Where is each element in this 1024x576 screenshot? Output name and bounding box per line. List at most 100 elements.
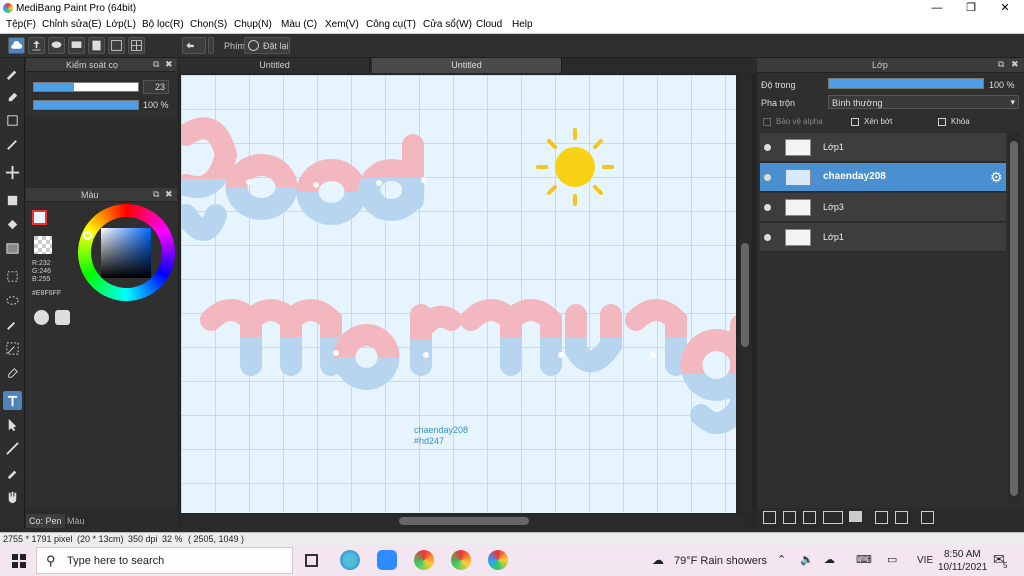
primary-color-swatch[interactable] (32, 210, 47, 225)
chrome-icon[interactable] (451, 550, 471, 570)
document-icon[interactable] (88, 37, 105, 54)
document-tab-active[interactable]: Untitled (372, 58, 562, 73)
select-tool-icon[interactable] (3, 267, 22, 286)
fill-tool-icon[interactable] (3, 215, 22, 234)
panel-icon[interactable] (108, 37, 125, 54)
layer-row[interactable]: Lớp1 (760, 133, 1006, 162)
visibility-icon[interactable] (764, 204, 771, 211)
panel-close-icon[interactable]: ✖ (165, 59, 173, 70)
eyedropper-icon[interactable] (3, 463, 22, 482)
menu-edit[interactable]: Chỉnh sửa(E) (42, 19, 102, 30)
menu-capture[interactable]: Chụp(N) (234, 19, 272, 30)
tab-color[interactable]: Màu (64, 514, 88, 528)
search-box[interactable]: ⚲ Type here to search (36, 547, 293, 574)
saturation-square[interactable] (101, 228, 151, 278)
new-8bit-layer-icon[interactable] (803, 511, 816, 524)
layer-scrollbar[interactable] (1008, 133, 1020, 503)
undock-icon[interactable]: ⧉ (153, 59, 159, 70)
panel-close-icon[interactable]: ✖ (1011, 59, 1019, 70)
protect-alpha-checkbox[interactable] (763, 118, 771, 126)
drawing-canvas[interactable]: chaenday208 #hd247 (181, 75, 736, 513)
lasso-tool-icon[interactable] (3, 291, 22, 310)
brush-opacity-slider[interactable] (33, 100, 139, 110)
blur-tool-icon[interactable] (3, 135, 22, 154)
chrome-icon[interactable] (414, 550, 434, 570)
visibility-icon[interactable] (764, 234, 771, 241)
hand-tool-icon[interactable] (3, 487, 22, 506)
menu-file[interactable]: Tệp(F) (6, 19, 36, 30)
document-tab[interactable]: Untitled (180, 58, 370, 73)
palette-icon[interactable] (34, 310, 49, 325)
vertical-scroll-thumb[interactable] (741, 243, 749, 347)
folder-icon[interactable] (849, 511, 862, 522)
zoom-icon[interactable] (377, 550, 397, 570)
clip-checkbox[interactable] (851, 118, 859, 126)
chat-icon[interactable] (48, 37, 65, 54)
brush-size-value[interactable]: 23 (143, 80, 169, 94)
divide-tool-icon[interactable] (3, 439, 22, 458)
medibang-taskbar-icon[interactable] (488, 550, 508, 570)
close-button[interactable]: ✕ (988, 0, 1022, 17)
visibility-icon[interactable] (764, 144, 771, 151)
layer-row[interactable]: Lớp3 (760, 193, 1006, 222)
chevron-up-icon[interactable]: ⌃ (777, 553, 786, 566)
layer-row-selected[interactable]: chaenday208 ⚙ (760, 163, 1006, 192)
network-icon[interactable]: ☁ (824, 553, 835, 566)
language-indicator[interactable]: VIE (917, 555, 933, 566)
merge-layer-icon[interactable] (895, 511, 908, 524)
select-pen-icon[interactable] (3, 339, 22, 358)
menu-window[interactable]: Cửa sổ(W) (423, 19, 472, 30)
clock-date[interactable]: 10/11/2021 (938, 562, 987, 573)
new-halftone-layer-icon[interactable] (783, 511, 796, 524)
menu-color[interactable]: Màu (C) (281, 19, 317, 30)
lock-checkbox[interactable] (938, 118, 946, 126)
horizontal-scroll-thumb[interactable] (399, 517, 529, 525)
reset-button[interactable]: Đặt lại (244, 37, 290, 54)
operation-tool-icon[interactable] (3, 415, 22, 434)
palette-add-icon[interactable] (55, 310, 70, 325)
move-tool-icon[interactable] (3, 163, 22, 182)
blend-select[interactable]: Bình thường ▾ (828, 95, 1019, 109)
undock-icon[interactable]: ⧉ (153, 189, 159, 200)
panel-close-icon[interactable]: ✖ (165, 189, 173, 200)
windows-start-icon[interactable] (12, 554, 26, 568)
transparent-swatch[interactable] (34, 236, 52, 254)
layer-opacity-slider[interactable] (828, 78, 984, 89)
hue-wheel[interactable] (78, 204, 175, 301)
magic-wand-icon[interactable] (3, 315, 22, 334)
hue-marker[interactable] (83, 231, 92, 240)
gear-icon[interactable]: ⚙ (990, 169, 1003, 186)
vertical-scrollbar[interactable] (739, 75, 751, 513)
menu-filter[interactable]: Bộ lọc(R) (142, 19, 184, 30)
menu-view[interactable]: Xem(V) (325, 19, 359, 30)
add-layer-menu-icon[interactable] (823, 511, 843, 524)
layer-scroll-thumb[interactable] (1010, 141, 1018, 496)
rectangle-tool-icon[interactable] (3, 191, 22, 210)
visibility-icon[interactable] (764, 174, 771, 181)
edge-icon[interactable] (340, 550, 360, 570)
menu-help[interactable]: Help (512, 19, 533, 30)
task-view-icon[interactable] (305, 554, 318, 567)
tab-brush[interactable]: Cọ: Pen (26, 514, 65, 528)
menu-layer[interactable]: Lớp(L) (106, 19, 136, 30)
select-eraser-icon[interactable] (3, 363, 22, 382)
volume-icon[interactable]: 🔉 (800, 553, 814, 566)
grid-icon[interactable] (128, 37, 145, 54)
weather-text[interactable]: 79°F Rain showers (674, 555, 767, 567)
upload-icon[interactable] (28, 37, 45, 54)
comment-icon[interactable] (68, 37, 85, 54)
clock-time[interactable]: 8:50 AM (944, 549, 981, 560)
keyboard-icon[interactable]: ⌨ (856, 553, 872, 566)
gradient-tool-icon[interactable] (3, 239, 22, 258)
dot-tool-icon[interactable] (3, 111, 22, 130)
new-layer-icon[interactable] (763, 511, 776, 524)
menu-select[interactable]: Chọn(S) (190, 19, 227, 30)
text-tool-icon[interactable] (3, 391, 22, 410)
cloud-icon[interactable] (8, 37, 25, 54)
minimize-button[interactable]: — (920, 0, 954, 17)
undo-icon[interactable] (182, 37, 206, 54)
toolbar-handle[interactable] (208, 37, 214, 54)
eraser-tool-icon[interactable] (3, 87, 22, 106)
brush-tool-icon[interactable] (3, 63, 22, 82)
menu-cloud[interactable]: Cloud (476, 19, 502, 30)
